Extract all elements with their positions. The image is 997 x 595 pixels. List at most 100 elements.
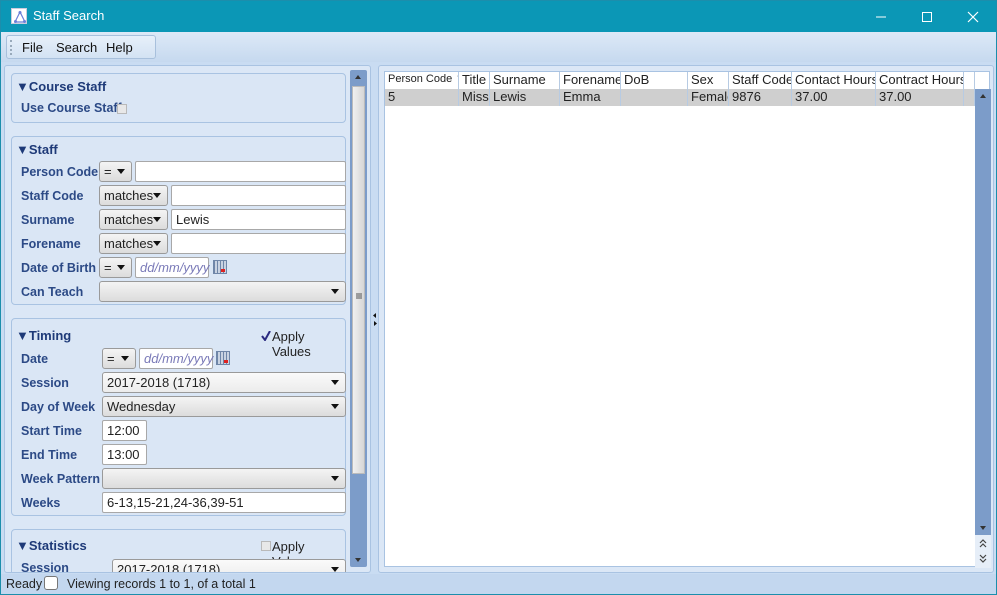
menu-file[interactable]: File — [22, 40, 43, 55]
start-time-input[interactable]: 12:00 — [102, 420, 147, 441]
search-criteria-panel: ▼Course Staff Use Course Staff ▼Staff Pe… — [4, 65, 371, 573]
chevron-down-icon — [331, 567, 339, 572]
page-nav — [975, 535, 991, 568]
status-bar: Ready Viewing records 1 to 1, of a total… — [1, 574, 996, 594]
chevron-down-icon — [331, 289, 339, 294]
results-scrollbar[interactable] — [975, 89, 991, 535]
chevron-down-icon — [153, 193, 161, 198]
calendar-icon[interactable] — [213, 260, 227, 274]
course-staff-heading[interactable]: ▼Course Staff — [16, 79, 106, 94]
menu-search[interactable]: Search — [56, 40, 97, 55]
scroll-down-icon[interactable] — [355, 558, 361, 562]
minimize-button[interactable] — [858, 1, 904, 32]
table-cell: Miss — [459, 89, 490, 106]
status-records-text: Viewing records 1 to 1, of a total 1 — [67, 577, 256, 591]
date-of-birth-operator[interactable]: = — [99, 257, 132, 278]
staff-search-window: Staff Search File Search Help ▼Course St… — [0, 0, 997, 595]
table-cell: 9876 — [729, 89, 792, 106]
staff-code-input[interactable] — [171, 185, 346, 206]
statistics-heading[interactable]: ▼Statistics — [16, 538, 87, 553]
date-operator[interactable]: = — [102, 348, 136, 369]
scroll-down-icon[interactable] — [980, 526, 986, 530]
menu-toolbar: File Search Help — [6, 35, 156, 59]
table-cell: 5 — [385, 89, 459, 106]
day-of-week-select[interactable]: Wednesday — [102, 396, 346, 417]
statistics-session-select[interactable]: 2017-2018 (1718) — [112, 559, 346, 572]
maximize-icon — [922, 11, 932, 22]
window-title: Staff Search — [33, 8, 105, 23]
end-time-label: End Time — [21, 448, 78, 462]
staff-code-label: Staff Code — [21, 189, 84, 203]
grip-icon — [356, 293, 362, 299]
week-pattern-label: Week Pattern — [21, 472, 100, 486]
date-of-birth-input[interactable]: dd/mm/yyyy — [135, 257, 209, 278]
chevron-down-icon — [153, 241, 161, 246]
weeks-input[interactable]: 6-13,15-21,24-36,39-51 — [102, 492, 346, 513]
person-code-operator[interactable]: = — [99, 161, 132, 182]
can-teach-label: Can Teach — [21, 285, 84, 299]
statistics-group: ▼Statistics Apply Values Session 2017-20… — [11, 529, 346, 573]
chevron-down-icon — [117, 169, 125, 174]
page-down-icon[interactable] — [979, 554, 987, 563]
table-cell: Female — [688, 89, 729, 106]
table-cell: Lewis — [490, 89, 560, 106]
status-state: Ready — [6, 577, 43, 591]
table-cell — [621, 89, 688, 106]
page-up-icon[interactable] — [979, 539, 987, 548]
start-time-label: Start Time — [21, 424, 82, 438]
staff-group: ▼Staff Person Code = Staff Code matches … — [11, 136, 346, 305]
date-label: Date — [21, 352, 49, 366]
date-of-birth-label: Date of Birth — [21, 261, 96, 275]
session-label: Session — [21, 376, 69, 390]
chevron-down-icon — [121, 356, 129, 361]
chevron-down-icon — [331, 380, 339, 385]
table-cell: Emma — [560, 89, 621, 106]
title-bar: Staff Search — [1, 1, 996, 32]
surname-operator[interactable]: matches — [99, 209, 168, 230]
session-select[interactable]: 2017-2018 (1718) — [102, 372, 346, 393]
table-cell-filler — [964, 89, 975, 106]
course-staff-group: ▼Course Staff Use Course Staff — [11, 73, 346, 123]
surname-input[interactable]: Lewis — [171, 209, 346, 230]
results-grid: Person Code ▼ Title Surname Forename DoB Sex S… — [384, 71, 991, 568]
week-pattern-select[interactable] — [102, 468, 346, 489]
menu-bar: File Search Help — [1, 32, 996, 62]
staff-heading[interactable]: ▼Staff — [16, 142, 58, 157]
scroll-thumb[interactable] — [352, 86, 365, 474]
scroll-up-icon[interactable] — [355, 75, 361, 79]
person-code-label: Person Code — [21, 165, 99, 179]
table-cell: 37.00 — [876, 89, 964, 106]
weeks-label: Weeks — [21, 496, 61, 510]
table-row[interactable]: 5MissLewisEmmaFemale987637.0037.00 — [385, 72, 975, 106]
forename-operator[interactable]: matches — [99, 233, 168, 254]
close-button[interactable] — [950, 1, 996, 32]
chevron-down-icon — [331, 404, 339, 409]
timing-heading[interactable]: ▼Timing — [16, 328, 71, 343]
end-time-input[interactable]: 13:00 — [102, 444, 147, 465]
person-code-input[interactable] — [135, 161, 346, 182]
day-of-week-label: Day of Week — [21, 400, 96, 414]
app-icon — [11, 8, 27, 24]
close-icon — [967, 11, 979, 22]
use-course-staff-checkbox[interactable] — [117, 104, 127, 114]
forename-label: Forename — [21, 237, 81, 251]
table-cell: 37.00 — [792, 89, 876, 106]
checkmark-icon — [261, 331, 271, 341]
timing-group: ▼Timing Apply Values Date = dd/mm/yyyy S… — [11, 318, 346, 516]
can-teach-select[interactable] — [99, 281, 346, 302]
menu-help[interactable]: Help — [106, 40, 133, 55]
results-panel: Person Code ▼ Title Surname Forename DoB Sex S… — [378, 65, 994, 573]
maximize-button[interactable] — [904, 1, 950, 32]
statistics-session-label: Session — [21, 561, 69, 573]
surname-label: Surname — [21, 213, 75, 227]
criteria-scrollbar[interactable] — [350, 70, 367, 567]
minimize-icon — [876, 16, 886, 17]
staff-code-operator[interactable]: matches — [99, 185, 168, 206]
chevron-down-icon — [117, 265, 125, 270]
toolbar-grip[interactable] — [10, 40, 12, 55]
chevron-down-icon — [153, 217, 161, 222]
forename-input[interactable] — [171, 233, 346, 254]
scroll-up-icon[interactable] — [980, 94, 986, 98]
date-input[interactable]: dd/mm/yyyy — [139, 348, 213, 369]
calendar-icon[interactable] — [216, 351, 230, 365]
